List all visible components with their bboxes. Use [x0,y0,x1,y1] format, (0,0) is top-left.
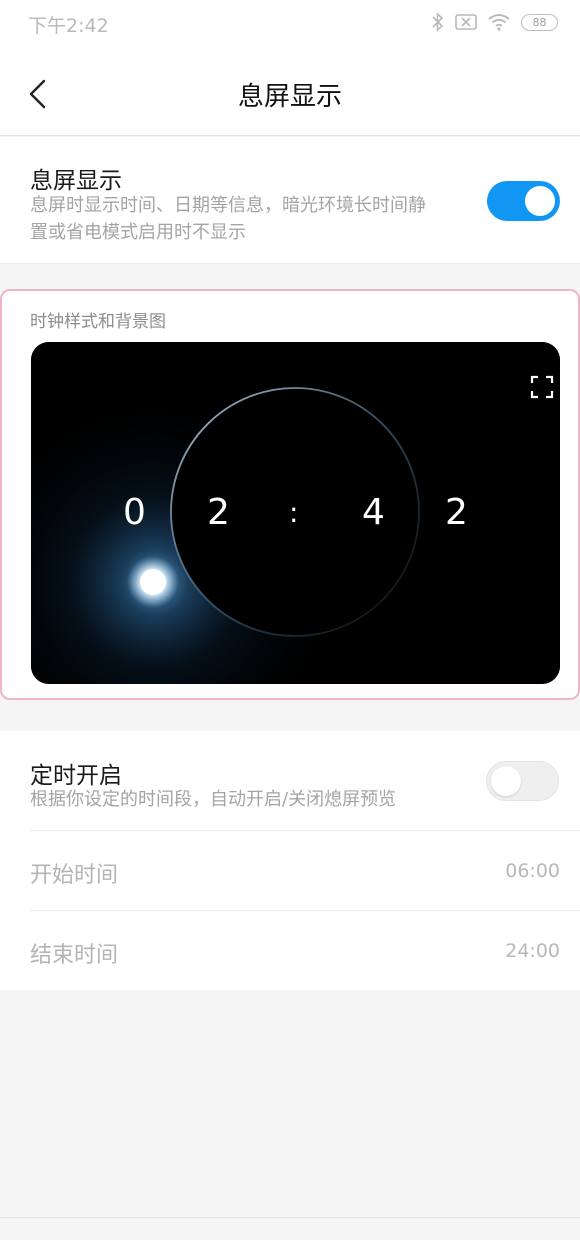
title-bar: 息屏显示 [0,46,580,136]
aod-toggle[interactable] [487,181,560,221]
aod-setting-row[interactable]: 息屏显示 息屏时显示时间、日期等信息，暗光环境长时间静 置或省电模式启用时不显示 [0,137,580,264]
toggle-knob [525,186,555,216]
clock-digit-minute-tens: 4 [362,492,385,533]
bottom-divider [0,1217,580,1218]
end-time-value: 24:00 [505,940,560,962]
clock-style-card: 时钟样式和背景图 0 2: 4 2 [0,289,580,700]
wifi-icon [487,13,511,31]
clock-preview[interactable]: 0 2 : 4 2 [31,342,560,684]
end-time-label: 结束时间 [30,943,119,968]
schedule-toggle[interactable] [486,761,559,801]
schedule-description: 根据你设定的时间段，自动开启/关闭熄屏预览 [30,789,397,810]
schedule-card: 定时开启 根据你设定的时间段，自动开启/关闭熄屏预览 开始时间 06:00 结束… [0,731,580,990]
bluetooth-icon [431,12,445,32]
battery-icon: 88 [521,13,558,31]
clock-digit-hour-tens: 0 [123,492,146,533]
status-bar: 下午2:42 88 [0,0,580,46]
start-time-row[interactable]: 开始时间 06:00 [0,831,580,910]
schedule-title: 定时开启 [30,763,122,789]
sim-off-icon [455,13,477,31]
status-time: 下午2:42 [28,15,109,37]
clock-digit-minute-ones: 2 [445,492,468,533]
clock-style-label: 时钟样式和背景图 [30,312,166,332]
page-title: 息屏显示 [237,82,342,112]
start-time-value: 06:00 [505,860,560,882]
clock-digit-hour-ones: 2 [207,492,230,533]
status-icons: 88 [431,12,558,32]
aod-setting-title: 息屏显示 [30,168,122,194]
aod-setting-description-line2: 置或省电模式启用时不显示 [30,222,246,243]
end-time-row[interactable]: 结束时间 24:00 [0,911,580,990]
toggle-knob [491,766,521,796]
start-time-label: 开始时间 [30,863,119,888]
clock-colon: : [289,496,299,529]
aod-setting-description-line1: 息屏时显示时间、日期等信息，暗光环境长时间静 [30,195,426,216]
